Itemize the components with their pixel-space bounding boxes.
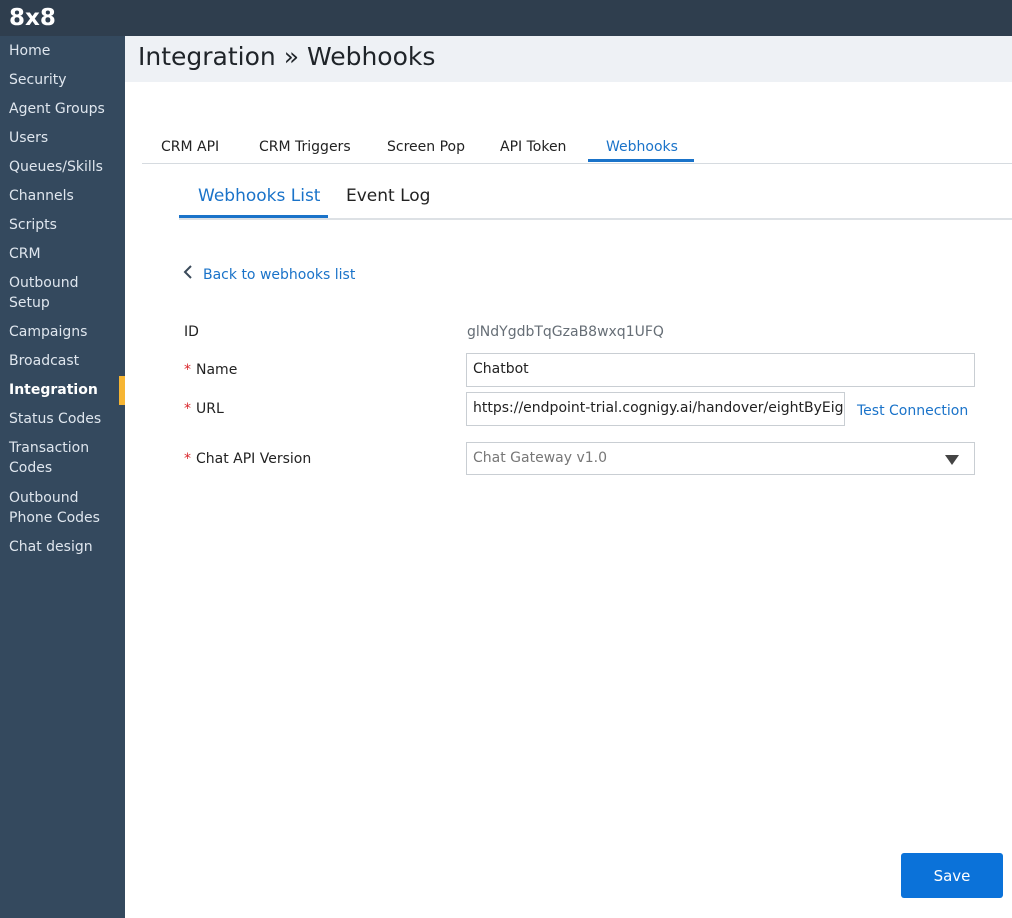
brand-logo[interactable]: 8x8 <box>9 5 56 31</box>
subtab-event-log[interactable]: Event Log <box>346 186 430 206</box>
name-label: * Name <box>184 362 237 378</box>
sidebar-item-queues-skills[interactable]: Queues/Skills <box>0 157 125 177</box>
tab-crm-api[interactable]: CRM API <box>161 139 219 155</box>
url-input[interactable]: https://endpoint-trial.cognigy.ai/handov… <box>466 392 845 426</box>
sidebar-item-chat-design[interactable]: Chat design <box>0 537 125 557</box>
sidebar-item-scripts[interactable]: Scripts <box>0 215 125 235</box>
name-input[interactable]: Chatbot <box>466 353 975 387</box>
required-marker: * <box>184 401 191 417</box>
id-label: ID <box>184 324 199 340</box>
sidebar: Home Security Agent Groups Users Queues/… <box>0 36 125 918</box>
active-nav-indicator <box>119 376 125 405</box>
save-button[interactable]: Save <box>901 853 1003 898</box>
test-connection-link[interactable]: Test Connection <box>857 403 968 419</box>
tab-api-token[interactable]: API Token <box>500 139 566 155</box>
sidebar-item-campaigns[interactable]: Campaigns <box>0 322 125 342</box>
sidebar-item-agent-groups[interactable]: Agent Groups <box>0 99 125 119</box>
active-tab-underline <box>588 159 694 162</box>
webhooks-subtabs: Webhooks List Event Log <box>179 180 1012 220</box>
sidebar-item-outbound-phone-codes[interactable]: Outbound Phone Codes <box>0 488 125 528</box>
chat-api-version-label-text: Chat API Version <box>196 451 312 467</box>
sidebar-item-outbound-setup[interactable]: Outbound Setup <box>0 273 125 313</box>
sidebar-item-broadcast[interactable]: Broadcast <box>0 351 125 371</box>
url-label: * URL <box>184 401 224 417</box>
dropdown-arrow-icon <box>945 455 959 465</box>
sidebar-item-transaction-codes[interactable]: Transaction Codes <box>0 438 125 478</box>
sidebar-item-channels[interactable]: Channels <box>0 186 125 206</box>
tab-screen-pop[interactable]: Screen Pop <box>387 139 465 155</box>
page-title: Integration » Webhooks <box>138 42 436 71</box>
page-header: Integration » Webhooks <box>125 36 1012 82</box>
sidebar-item-home[interactable]: Home <box>0 41 125 61</box>
sidebar-item-users[interactable]: Users <box>0 128 125 148</box>
chat-api-version-select[interactable]: Chat Gateway v1.0 <box>466 442 975 475</box>
back-to-list-link[interactable]: Back to webhooks list <box>183 265 355 283</box>
chevron-left-icon <box>183 265 197 283</box>
required-marker: * <box>184 451 191 467</box>
sidebar-item-integration[interactable]: Integration <box>0 380 125 400</box>
tab-crm-triggers[interactable]: CRM Triggers <box>259 139 351 155</box>
chat-api-version-label: * Chat API Version <box>184 451 311 467</box>
subtab-webhooks-list[interactable]: Webhooks List <box>198 186 320 206</box>
tab-webhooks[interactable]: Webhooks <box>606 139 678 155</box>
back-link-label: Back to webhooks list <box>203 267 356 283</box>
id-value: glNdYgdbTqGzaB8wxq1UFQ <box>467 324 664 340</box>
required-marker: * <box>184 362 191 378</box>
sidebar-item-security[interactable]: Security <box>0 70 125 90</box>
integration-tabs: CRM API CRM Triggers Screen Pop API Toke… <box>142 137 1012 164</box>
sidebar-item-status-codes[interactable]: Status Codes <box>0 409 125 429</box>
chat-api-version-value: Chat Gateway v1.0 <box>473 450 608 466</box>
active-subtab-underline <box>179 215 328 218</box>
url-label-text: URL <box>196 401 224 417</box>
top-bar: 8x8 <box>0 0 1012 36</box>
name-label-text: Name <box>196 362 238 378</box>
sidebar-item-crm[interactable]: CRM <box>0 244 125 264</box>
